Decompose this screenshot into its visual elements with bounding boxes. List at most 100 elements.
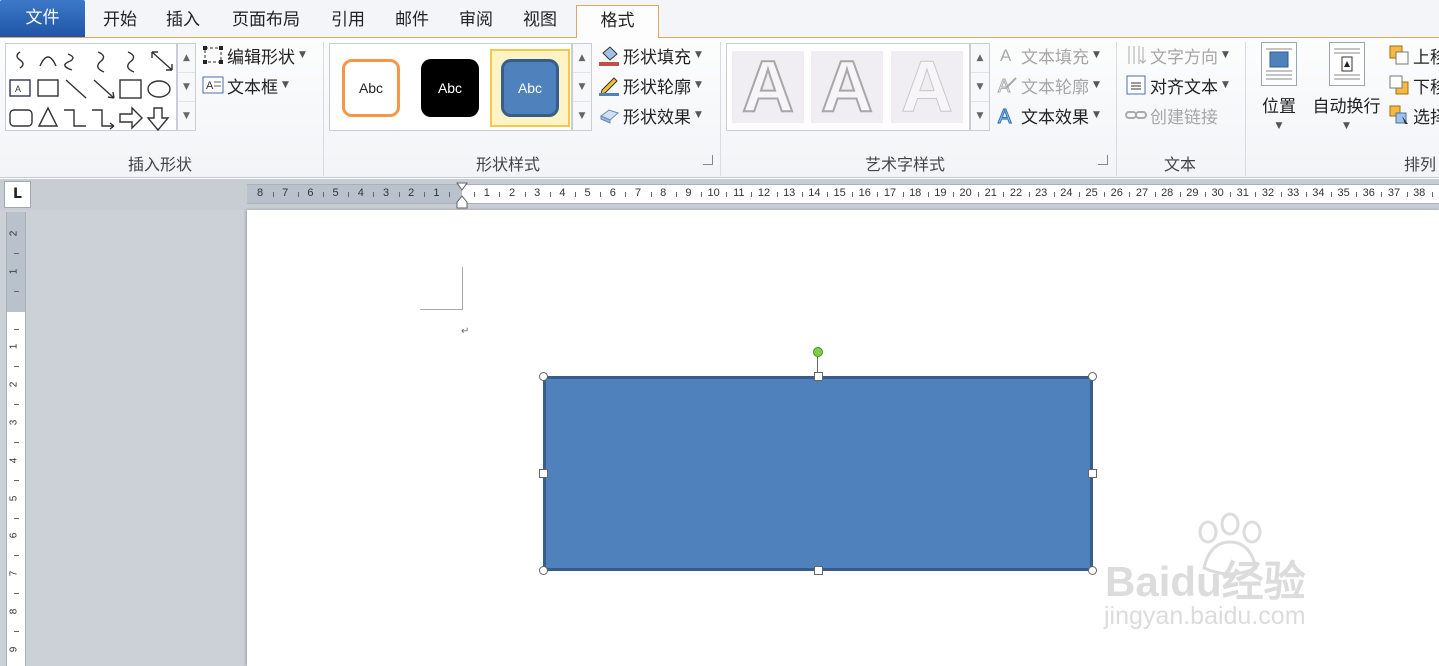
edit-shape-label: 编辑形状	[227, 47, 295, 68]
ruler-tick-mark	[14, 252, 19, 254]
shape-gallery[interactable]: A	[5, 43, 177, 132]
shape-style-swatch[interactable]: Abc	[342, 59, 400, 117]
wordart-style-gallery[interactable]: A A A	[726, 43, 970, 131]
bring-forward-button[interactable]: 上移	[1388, 42, 1439, 68]
ruler-tick-mark	[1154, 192, 1156, 197]
vertical-ruler[interactable]: 2 1 1 2 3 4 5 6 7 8 9	[6, 212, 26, 666]
wrap-text-button[interactable]: 自动换行 ▼	[1309, 42, 1384, 131]
ruler-tick-mark	[14, 593, 19, 595]
scroll-down-icon[interactable]: ▼	[573, 73, 591, 102]
ruler-tick-mark	[348, 192, 350, 197]
shape-gallery-scrollbar[interactable]: ▲ ▼ ▼	[177, 43, 196, 131]
tab-page-layout[interactable]: 页面布局	[222, 5, 310, 38]
align-text-label: 对齐文本	[1150, 77, 1218, 98]
ruler-tick-mark	[549, 192, 551, 197]
resize-handle-bottom[interactable]	[814, 566, 823, 575]
resize-handle-bottom-right[interactable]	[1088, 566, 1097, 575]
text-box-icon: A	[202, 74, 224, 96]
scroll-up-icon[interactable]: ▲	[573, 44, 591, 73]
send-backward-button[interactable]: 下移	[1388, 72, 1439, 98]
scroll-up-icon[interactable]: ▲	[178, 44, 195, 73]
dropdown-arrow-icon: ▼	[1222, 50, 1229, 60]
position-button[interactable]: 位置 ▼	[1254, 42, 1304, 131]
ruler-tick-mark	[449, 192, 450, 197]
ruler-tick-label: 7	[282, 187, 289, 199]
ruler-tick-mark	[1356, 192, 1358, 197]
tab-references[interactable]: 引用	[318, 5, 378, 38]
ruler-tick-label: 1	[8, 344, 20, 350]
shape-style-swatch[interactable]: Abc	[421, 59, 479, 117]
dialog-launcher-icon[interactable]	[1098, 155, 1108, 165]
tab-insert[interactable]: 插入	[153, 5, 213, 38]
tab-mailings[interactable]: 邮件	[382, 5, 442, 38]
resize-handle-bottom-left[interactable]	[539, 566, 548, 575]
text-outline-button[interactable]: A 文本轮廓 ▼	[996, 72, 1100, 98]
text-effects-button[interactable]: A 文本效果 ▼	[996, 102, 1100, 128]
tab-view[interactable]: 视图	[510, 5, 570, 38]
resize-handle-top-left[interactable]	[539, 372, 548, 381]
gallery-more-icon[interactable]: ▼	[573, 102, 591, 131]
shape-style-gallery[interactable]: Abc Abc Abc	[329, 43, 572, 131]
ruler-tick-mark	[14, 479, 19, 481]
shape-style-swatch-selected[interactable]: Abc	[501, 59, 559, 117]
ruler-tick-label: 1	[483, 187, 490, 199]
ruler-tick-label: 34	[1312, 187, 1325, 199]
resize-handle-right[interactable]	[1088, 469, 1097, 478]
horizontal-ruler[interactable]: 8 7 6 5 4 3 2 1 1 2 3 4 5 6 7 8 9 10 11 12 13 14 15 16 17 18 19 20 2…	[247, 182, 1439, 209]
shape-effects-button[interactable]: 形状效果 ▼	[598, 102, 702, 128]
dropdown-arrow-icon: ▼	[695, 110, 702, 120]
wordart-gallery-scrollbar[interactable]: ▲ ▼ ▼	[970, 43, 990, 131]
tab-file[interactable]: 文件	[0, 0, 85, 37]
tab-home[interactable]: 开始	[90, 5, 150, 38]
shape-outline-button[interactable]: 形状轮廓 ▼	[598, 72, 702, 98]
shape-gallery-icons: A	[9, 51, 173, 132]
text-fill-button[interactable]: A 文本填充 ▼	[996, 42, 1100, 68]
dropdown-arrow-icon: ▼	[299, 50, 306, 60]
ruler-tick-mark	[1104, 192, 1106, 197]
tab-selector-button[interactable]: L	[4, 181, 31, 208]
dropdown-arrow-icon: ▼	[1343, 121, 1350, 131]
rotation-handle[interactable]	[813, 347, 823, 357]
text-fill-icon: A	[996, 44, 1018, 66]
style-gallery-scrollbar[interactable]: ▲ ▼ ▼	[572, 43, 592, 131]
shape-fill-button[interactable]: 形状填充 ▼	[598, 42, 702, 68]
tab-review[interactable]: 审阅	[446, 5, 506, 38]
wordart-swatch[interactable]: A	[891, 47, 963, 127]
swatch-text: Abc	[358, 80, 384, 96]
ruler-tick-label: 3	[534, 187, 541, 199]
ruler-tick-mark	[726, 192, 728, 197]
resize-handle-top-right[interactable]	[1088, 372, 1097, 381]
scroll-down-icon[interactable]: ▼	[971, 73, 989, 102]
scroll-down-icon[interactable]: ▼	[178, 73, 195, 102]
edit-shape-button[interactable]: 编辑形状 ▼	[202, 42, 306, 68]
text-box-button[interactable]: A 文本框 ▼	[202, 72, 289, 98]
indent-marker-icon[interactable]	[456, 182, 468, 210]
ribbon-tab-bar: 文件 开始 插入 页面布局 引用 邮件 审阅 视图 格式	[0, 0, 1439, 39]
curve-connector-icon	[64, 53, 74, 71]
wordart-letter: A	[901, 47, 954, 127]
gallery-more-icon[interactable]: ▼	[178, 102, 195, 131]
resize-handle-top[interactable]	[814, 372, 823, 381]
rectangle-shape[interactable]	[543, 376, 1093, 571]
selection-pane-button[interactable]: 选择	[1388, 102, 1439, 128]
create-link-button[interactable]: 创建链接	[1125, 102, 1218, 128]
gallery-more-icon[interactable]: ▼	[971, 102, 989, 131]
scroll-up-icon[interactable]: ▲	[971, 44, 989, 73]
wordart-swatch[interactable]: A	[732, 50, 804, 124]
dropdown-arrow-icon: ▼	[1093, 80, 1100, 90]
send-backward-icon	[1388, 74, 1410, 96]
group-separator	[1245, 42, 1246, 176]
align-text-button[interactable]: 对齐文本 ▼	[1125, 72, 1229, 98]
dialog-launcher-icon[interactable]	[703, 155, 713, 165]
wrap-text-label: 自动换行	[1312, 97, 1381, 117]
resize-handle-left[interactable]	[539, 469, 548, 478]
shape-fill-label: 形状填充	[623, 47, 691, 68]
ruler-tick-label: 2	[508, 187, 516, 199]
wordart-swatch[interactable]: A	[811, 50, 883, 124]
double-arrow-line-icon	[151, 51, 173, 71]
arc-icon	[39, 56, 57, 67]
ruler-tick-label: 7	[634, 187, 642, 199]
text-direction-button[interactable]: 文字方向 ▼	[1125, 42, 1229, 68]
tab-format[interactable]: 格式	[576, 5, 659, 39]
down-arrow-icon	[146, 107, 170, 132]
